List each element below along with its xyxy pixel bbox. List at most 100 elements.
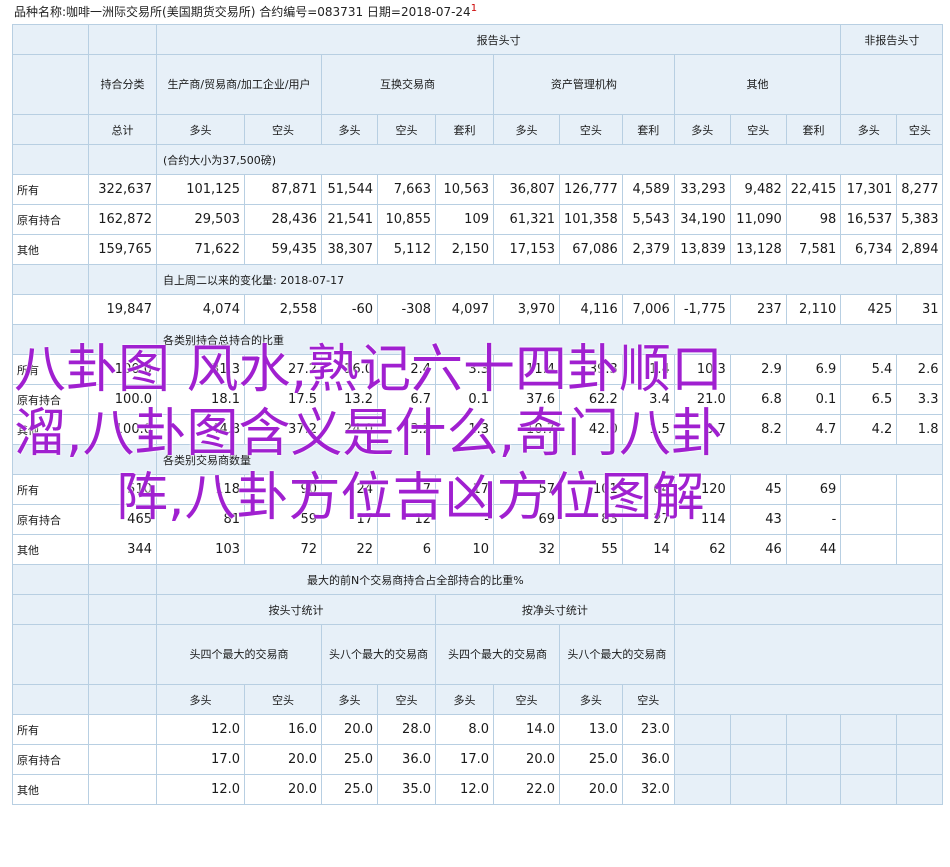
table-cell: 109 — [435, 204, 494, 235]
change-since-note: 自上周二以来的变化量: 2018-07-17 — [155, 264, 944, 295]
table-cell: 14 — [621, 534, 675, 565]
row-label: 所有 — [12, 474, 89, 505]
table-cell: 6.7 — [377, 384, 436, 415]
table-cell: 32.0 — [621, 774, 675, 805]
table-cell: -60 — [321, 294, 378, 325]
gross-top8-header: 头八个最大的交易商 — [321, 624, 436, 685]
table-cell: 344 — [88, 534, 157, 565]
table-cell: 45 — [729, 474, 787, 505]
table-cell: 3.3 — [896, 384, 944, 415]
table-cell: 7,663 — [377, 174, 436, 205]
table-cell: 13.2 — [321, 384, 378, 415]
table-cell: 16.0 — [244, 714, 322, 745]
table-cell: 24.0 — [321, 414, 378, 445]
table-cell: 59,435 — [244, 234, 322, 265]
table-cell: 120 — [673, 474, 731, 505]
trader-count-note: 各类别交易商数量 — [155, 444, 944, 475]
table-cell: 10,563 — [435, 174, 494, 205]
table-row: 其他 100.0 44.8 37.2 24.0 3.2 1.3 10.7 42.0 1.5 8.7 8… — [12, 414, 944, 445]
table-cell: 162,872 — [88, 204, 157, 235]
net-top8-header: 头八个最大的交易商 — [559, 624, 675, 685]
table-cell: 17.0 — [435, 744, 494, 775]
table-row: 其他 159,765 71,622 59,435 38,307 5,112 2,150 17,… — [12, 234, 944, 265]
row-label: 原有持合 — [12, 204, 89, 235]
table-cell: 17 — [435, 474, 494, 505]
table-cell: 2.6 — [896, 354, 944, 385]
table-cell: 2.4 — [377, 354, 436, 385]
table-cell: 16,537 — [840, 204, 898, 235]
table-cell: 100.0 — [88, 414, 157, 445]
table-cell: 0.1 — [435, 384, 494, 415]
table-cell: 25.0 — [321, 774, 378, 805]
row-label — [12, 294, 89, 325]
table-cell: 20.0 — [559, 774, 623, 805]
table-cell: 51,544 — [321, 174, 378, 205]
row-label: 其他 — [12, 234, 89, 265]
table-row: 所有 510 118 90 24 7 17 57 101 64 120 45 69 — [12, 474, 944, 505]
table-cell: 39.3 — [559, 354, 623, 385]
table-cell: 25.0 — [321, 744, 378, 775]
table-cell: 38,307 — [321, 234, 378, 265]
row-label: 原有持合 — [12, 744, 89, 775]
table-cell: 35.0 — [377, 774, 436, 805]
table-cell: 2,110 — [785, 294, 842, 325]
table-row: 19,847 4,074 2,558 -60 -308 4,097 3,970 4,116 7,… — [12, 294, 944, 325]
table-cell: 100.0 — [88, 354, 157, 385]
table-cell: 118 — [156, 474, 245, 505]
report-header-line: 品种名称:咖啡一洲际交易所(美国期货交易所) 合约编号=083731 日期=20… — [14, 3, 477, 20]
table-cell: 62.2 — [559, 384, 623, 415]
table-cell: 29,503 — [156, 204, 245, 235]
table-cell: 4,097 — [435, 294, 494, 325]
table-cell: 4.2 — [840, 414, 898, 445]
table-cell: 6.8 — [729, 384, 787, 415]
table-cell: 20.0 — [493, 744, 560, 775]
table-cell: 71,622 — [156, 234, 245, 265]
table-cell: 114 — [673, 504, 731, 535]
table-cell: 64 — [621, 474, 675, 505]
table-cell: 2.9 — [729, 354, 787, 385]
table-cell: 61,321 — [493, 204, 560, 235]
table-cell: 90 — [244, 474, 322, 505]
table-cell: 4,116 — [559, 294, 623, 325]
table-cell: 2,894 — [896, 234, 944, 265]
table-cell: 5,543 — [621, 204, 675, 235]
producer-group-header: 生产商/贸易商/加工企业/用户 — [156, 54, 322, 115]
table-cell: 19,847 — [88, 294, 157, 325]
table-cell: 57 — [493, 474, 560, 505]
table-cell: 5,112 — [377, 234, 436, 265]
table-cell: 7,581 — [785, 234, 842, 265]
net-top4-header: 头四个最大的交易商 — [435, 624, 560, 685]
table-cell: 24 — [321, 474, 378, 505]
gross-header: 按头寸统计 — [156, 594, 436, 625]
table-cell: 1.3 — [435, 414, 494, 445]
table-cell: 22 — [321, 534, 378, 565]
row-label: 所有 — [12, 714, 89, 745]
table-cell: 3,970 — [493, 294, 560, 325]
table-cell: 22,415 — [785, 174, 842, 205]
table-cell: -1,775 — [673, 294, 731, 325]
table-cell: 4.7 — [785, 414, 842, 445]
table-cell: 5,383 — [896, 204, 944, 235]
table-row: 其他 344 103 72 22 6 10 32 55 14 62 46 44 — [12, 534, 944, 565]
table-cell: - — [435, 504, 494, 535]
table-cell: 12.0 — [156, 774, 245, 805]
table-cell: 322,637 — [88, 174, 157, 205]
table-cell: 25.0 — [559, 744, 623, 775]
table-cell: 510 — [88, 474, 157, 505]
share-note: 各类别持合总持合的比重 — [155, 324, 944, 355]
table-cell: 37.6 — [493, 384, 560, 415]
table-cell: 21,541 — [321, 204, 378, 235]
table-cell: 67,086 — [559, 234, 623, 265]
swap-dealer-group-header: 互换交易商 — [321, 54, 494, 115]
table-cell: 44.8 — [156, 414, 245, 445]
table-cell: 42.0 — [559, 414, 623, 445]
table-cell: 23.0 — [621, 714, 675, 745]
table-row: 原有持合 100.0 18.1 17.5 13.2 6.7 0.1 37.6 62.2 3.4 21… — [12, 384, 944, 415]
table-cell: 1.8 — [896, 414, 944, 445]
table-cell: 17,153 — [493, 234, 560, 265]
table-cell: 17,301 — [840, 174, 898, 205]
table-cell: 16.0 — [321, 354, 378, 385]
table-cell: 62 — [673, 534, 731, 565]
table-cell: 98 — [785, 204, 842, 235]
table-cell: 17 — [321, 504, 378, 535]
